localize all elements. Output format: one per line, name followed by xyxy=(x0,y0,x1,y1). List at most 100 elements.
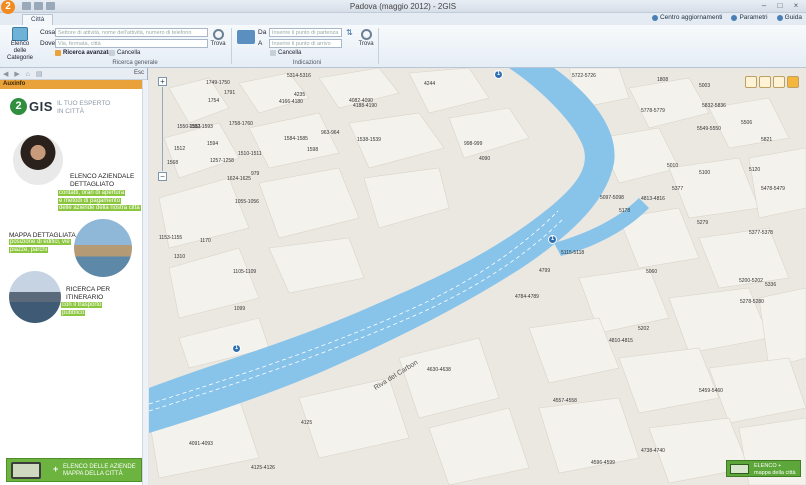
building-number-label: 5003 xyxy=(699,83,711,89)
eraser-icon xyxy=(109,50,115,56)
building-number-label: 5377 xyxy=(672,186,684,192)
route-find-button[interactable]: Trova xyxy=(356,27,376,57)
brand-logo-icon: 2 xyxy=(10,98,27,115)
route-to-input[interactable]: Inserire il punto di arrivo xyxy=(269,39,342,48)
building-number-label: 5549-5550 xyxy=(697,126,721,132)
help-icon xyxy=(776,14,783,21)
building-number-label: 5478-5479 xyxy=(761,186,785,192)
directory-map-banner[interactable]: + Elenco delle aziende mappa della città xyxy=(6,458,142,482)
route-icon xyxy=(237,30,255,44)
ribbon-separator xyxy=(378,28,379,64)
back-forward-icons[interactable]: ◀ ▶ ⌂ ▤ xyxy=(3,70,44,78)
panel-close-button[interactable]: Esc xyxy=(134,70,144,76)
transit-stop-marker[interactable]: 1 xyxy=(548,235,557,244)
building-number-label: 5200-5202 xyxy=(739,278,763,284)
building-number-label: 1105-1109 xyxy=(233,269,257,275)
building-number-label: 1749-1750 xyxy=(206,80,230,86)
brand-tagline: IL TUO ESPERTO IN CITTÀ xyxy=(57,100,111,115)
dove-input[interactable]: Via, fermata, città xyxy=(55,39,208,48)
building-number-label: 4799 xyxy=(539,268,551,274)
promo-advertisement[interactable]: 2 GIS IL TUO ESPERTO IN CITTÀ Elenco azi… xyxy=(0,89,147,463)
search-icon xyxy=(212,29,224,40)
left-panel-scrollbar[interactable] xyxy=(142,80,148,485)
building-number-label: 4235 xyxy=(294,92,306,98)
close-button[interactable]: × xyxy=(789,1,803,10)
zoom-slider[interactable] xyxy=(162,87,163,171)
title-bar: 2 Padova (maggio 2012) - 2GIS – □ × xyxy=(0,0,806,14)
operator-photo xyxy=(13,135,63,185)
building-number-label: 1257-1258 xyxy=(210,158,234,164)
book-icon xyxy=(12,27,28,41)
building-number-label: 4125 xyxy=(301,420,313,426)
zoom-out-button[interactable]: − xyxy=(158,172,167,181)
building-number-label: 5100 xyxy=(699,170,711,176)
elenco-map-button[interactable]: ELENCO + mappa della città xyxy=(726,460,801,477)
block-itinerary-title: Ricerca per itinerario xyxy=(66,286,111,301)
route-to-row: A Inserire il punto di arrivo xyxy=(258,39,342,48)
building-number-label: 1791 xyxy=(224,90,236,96)
help-link[interactable]: Guida xyxy=(776,14,802,21)
window-controls: – □ × xyxy=(757,1,803,10)
building-number-label: 5120 xyxy=(749,167,761,173)
swap-route-icon[interactable]: ⇅ xyxy=(346,29,353,37)
building-number-label: 1594 xyxy=(207,141,219,147)
building-number-label: 1598 xyxy=(307,147,319,153)
layers-icon[interactable] xyxy=(759,76,771,88)
building-number-label: 1055-1056 xyxy=(235,199,259,205)
building-number-label: 5506 xyxy=(741,120,753,126)
tab-citta[interactable]: Città xyxy=(22,14,54,25)
search-cancel-button[interactable]: Cancella xyxy=(109,50,140,56)
block-directory-highlights: contatti, orari di apertura e metodi di … xyxy=(58,190,141,211)
building-number-label: 5821 xyxy=(761,137,773,143)
building-number-label: 4810-4815 xyxy=(609,338,633,344)
building-number-label: 5722-5726 xyxy=(572,73,596,79)
map-view[interactable]: + − 1 1 1 Riva del Carbon 1749-1750 1791 5… xyxy=(149,68,806,485)
advanced-search-link[interactable]: Ricerca avanzata xyxy=(55,50,112,56)
settings-link[interactable]: Parametri xyxy=(731,14,768,21)
zoom-control[interactable]: + − xyxy=(158,77,167,182)
transit-stop-marker[interactable]: 1 xyxy=(494,70,503,79)
building-number-label: 4166-4180 xyxy=(279,99,303,105)
building-number-label: 5279 xyxy=(697,220,709,226)
ruler-icon[interactable] xyxy=(745,76,757,88)
building-number-label: 1099 xyxy=(234,306,246,312)
building-number-label: 963-964 xyxy=(321,130,340,136)
route-cancel-button[interactable]: Cancella xyxy=(270,50,301,56)
building-number-label: 1510-1511 xyxy=(238,151,262,157)
block-directory-title: Elenco aziendale dettagliato xyxy=(70,173,135,188)
building-number-label: 998-999 xyxy=(464,141,483,147)
building-number-label: 1538-1539 xyxy=(357,137,381,143)
block-map-highlights: posizione di edifici, vie piazze, parchi xyxy=(9,239,71,253)
block-itinerary-highlights: con il trasporto pubblico IN ARRIVO! xyxy=(61,302,121,316)
laptop-icon xyxy=(11,462,41,479)
app-logo-icon[interactable]: 2 xyxy=(1,0,15,14)
building-number-label: 4784-4789 xyxy=(515,294,539,300)
cosa-row: Cosa Settore di attività, nome dell'atti… xyxy=(40,28,208,37)
building-number-label: 1512 xyxy=(174,146,186,152)
eraser-icon xyxy=(270,50,276,56)
building-number-label: 5097-5098 xyxy=(600,195,624,201)
panel-section-title: Auxinfo xyxy=(0,80,147,89)
building-number-label: 4630-4638 xyxy=(427,367,451,373)
transit-stop-marker[interactable]: 1 xyxy=(232,344,241,353)
building-number-label: 4125-4126 xyxy=(251,465,275,471)
building-number-label: 4557-4558 xyxy=(553,398,577,404)
top-links: Centro aggiornamenti Parametri Guida xyxy=(651,14,802,21)
building-number-label: 1153-1155 xyxy=(159,235,183,241)
building-number-label: 4091-4093 xyxy=(189,441,213,447)
categories-button[interactable]: Elenco delle Categorie xyxy=(4,27,36,61)
update-center-link[interactable]: Centro aggiornamenti xyxy=(651,14,722,21)
magnifier-icon xyxy=(55,50,61,56)
building-number-label: 1754 xyxy=(208,98,220,104)
building-number-label: 5832-5836 xyxy=(702,103,726,109)
venice-photo xyxy=(74,219,132,277)
zoom-in-button[interactable]: + xyxy=(158,77,167,86)
minimize-button[interactable]: – xyxy=(757,1,771,10)
maximize-button[interactable]: □ xyxy=(773,1,787,10)
ribbon-tab-row: Città Centro aggiornamenti Parametri Gui… xyxy=(0,13,806,25)
print-map-icon[interactable] xyxy=(773,76,785,88)
search-find-button[interactable]: Trova xyxy=(208,27,228,57)
cosa-input[interactable]: Settore di attività, nome dell'attività,… xyxy=(55,28,208,37)
pointer-tool-icon[interactable] xyxy=(787,76,799,88)
route-from-input[interactable]: Inserire il punto di partenza xyxy=(269,28,342,37)
